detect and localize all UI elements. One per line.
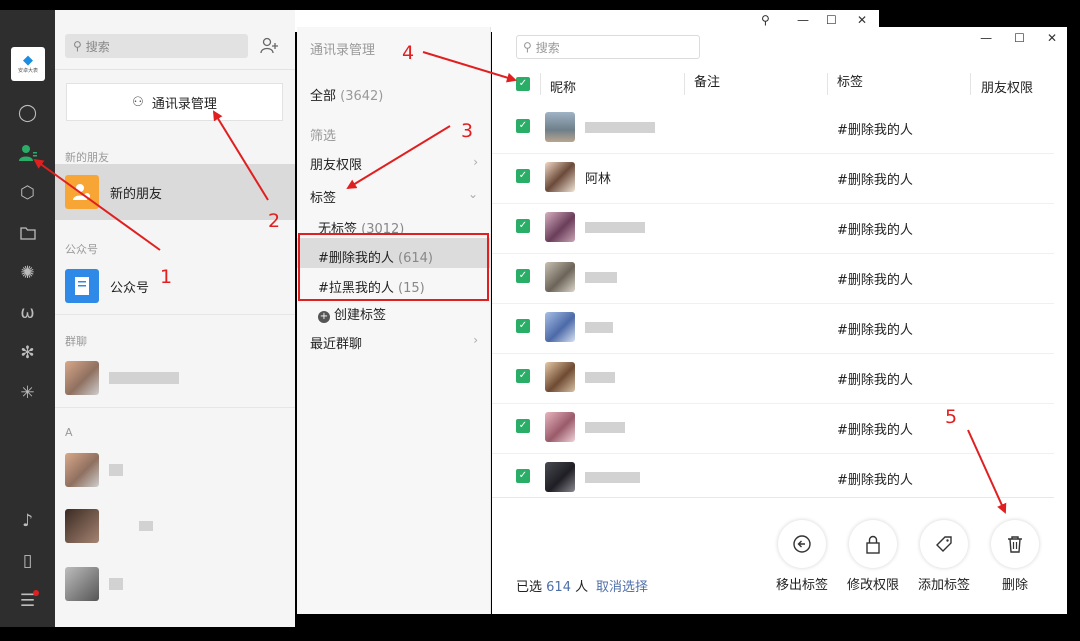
- arrow-4: [422, 51, 517, 83]
- arrow-5: [967, 429, 1007, 514]
- arrow-2: [212, 110, 269, 201]
- arrow-1: [33, 158, 161, 251]
- arrow-3: [346, 125, 451, 190]
- annotation-arrows: [33, 51, 1007, 514]
